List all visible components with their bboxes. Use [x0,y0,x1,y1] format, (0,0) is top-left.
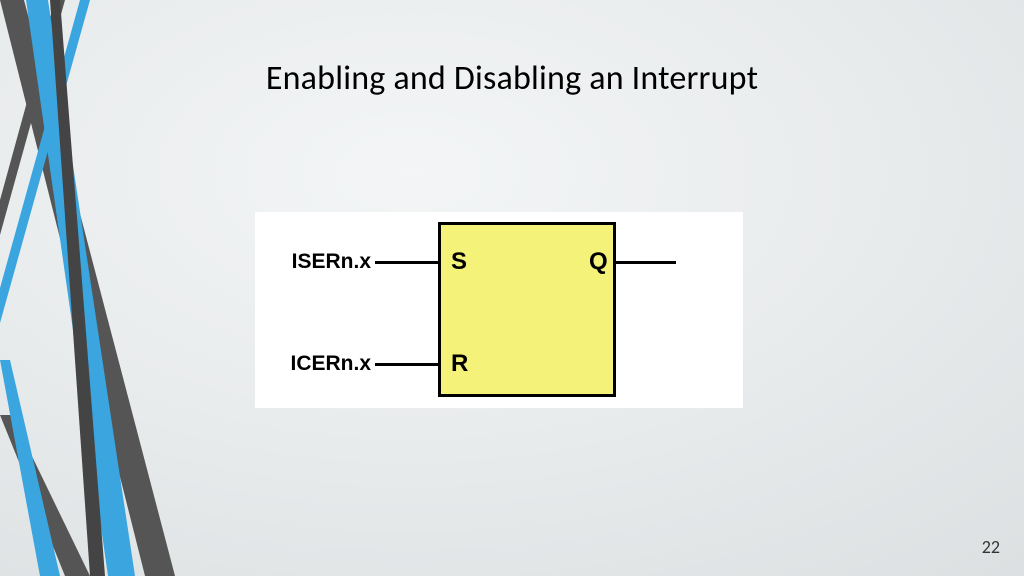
pin-label-r: R [451,350,468,378]
wire-reset [375,363,438,366]
input-label-reset: ICERn.x [261,352,371,376]
input-label-set: ISERn.x [261,250,371,274]
slide-title: Enabling and Disabling an Interrupt [0,58,1024,99]
pin-label-q: Q [589,248,608,276]
wire-output [616,261,676,264]
page-number: 22 [982,536,1000,558]
pin-label-s: S [451,248,467,276]
slide: Enabling and Disabling an Interrupt S R … [0,0,1024,576]
sr-latch-diagram: S R Q ISERn.x ICERn.x [255,212,743,408]
wire-set [375,261,438,264]
sr-latch-figure: S R Q ISERn.x ICERn.x [255,212,743,408]
